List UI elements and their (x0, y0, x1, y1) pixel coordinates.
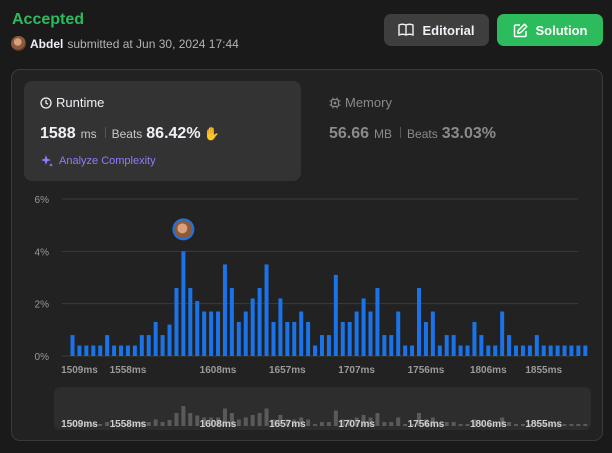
mini-bar (243, 417, 248, 426)
range-navigator-chart[interactable]: 1509ms 1558ms 1608ms 1657ms 1707ms 1756ms 1806… (0, 0, 612, 453)
mini-x-tick-label: 1558ms (110, 419, 147, 430)
mini-x-tick-label: 1657ms (269, 419, 306, 430)
mini-bar (458, 424, 463, 426)
mini-x-tick-label: 1707ms (338, 419, 375, 430)
mini-bar (105, 422, 110, 426)
mini-bar (382, 422, 387, 426)
mini-x-tick-label: 1756ms (408, 419, 445, 430)
mini-bar (562, 424, 567, 426)
mini-bar (188, 413, 193, 426)
mini-bar (389, 422, 394, 426)
mini-bar (250, 415, 255, 426)
mini-bar (146, 422, 151, 426)
mini-bar (507, 422, 512, 426)
mini-bar (195, 415, 200, 426)
mini-bar (569, 424, 574, 426)
mini-bar (181, 406, 186, 426)
mini-bar (98, 424, 103, 426)
mini-x-tick-label: 1855ms (525, 419, 562, 430)
mini-bar (396, 417, 401, 426)
mini-bar (451, 422, 456, 426)
mini-x-tick-label: 1608ms (200, 419, 237, 430)
mini-bar (403, 424, 408, 426)
mini-bar (160, 422, 165, 426)
mini-bar (514, 424, 519, 426)
mini-bar (306, 419, 311, 426)
mini-bar (333, 410, 338, 426)
mini-bar (576, 424, 581, 426)
mini-x-tick-label: 1806ms (470, 419, 507, 430)
mini-bar (520, 424, 525, 426)
mini-bar (264, 408, 269, 426)
mini-bar (153, 419, 158, 426)
mini-bar (174, 413, 179, 426)
mini-bar (236, 419, 241, 426)
mini-bar (257, 413, 262, 426)
mini-bar (326, 422, 331, 426)
mini-bar (167, 420, 172, 426)
mini-bar (313, 424, 318, 426)
mini-bar (583, 424, 588, 426)
mini-bar (444, 422, 449, 426)
mini-bar (375, 413, 380, 426)
mini-bar (465, 424, 470, 426)
mini-x-tick-label: 1509ms (61, 419, 98, 430)
mini-bar (319, 422, 324, 426)
